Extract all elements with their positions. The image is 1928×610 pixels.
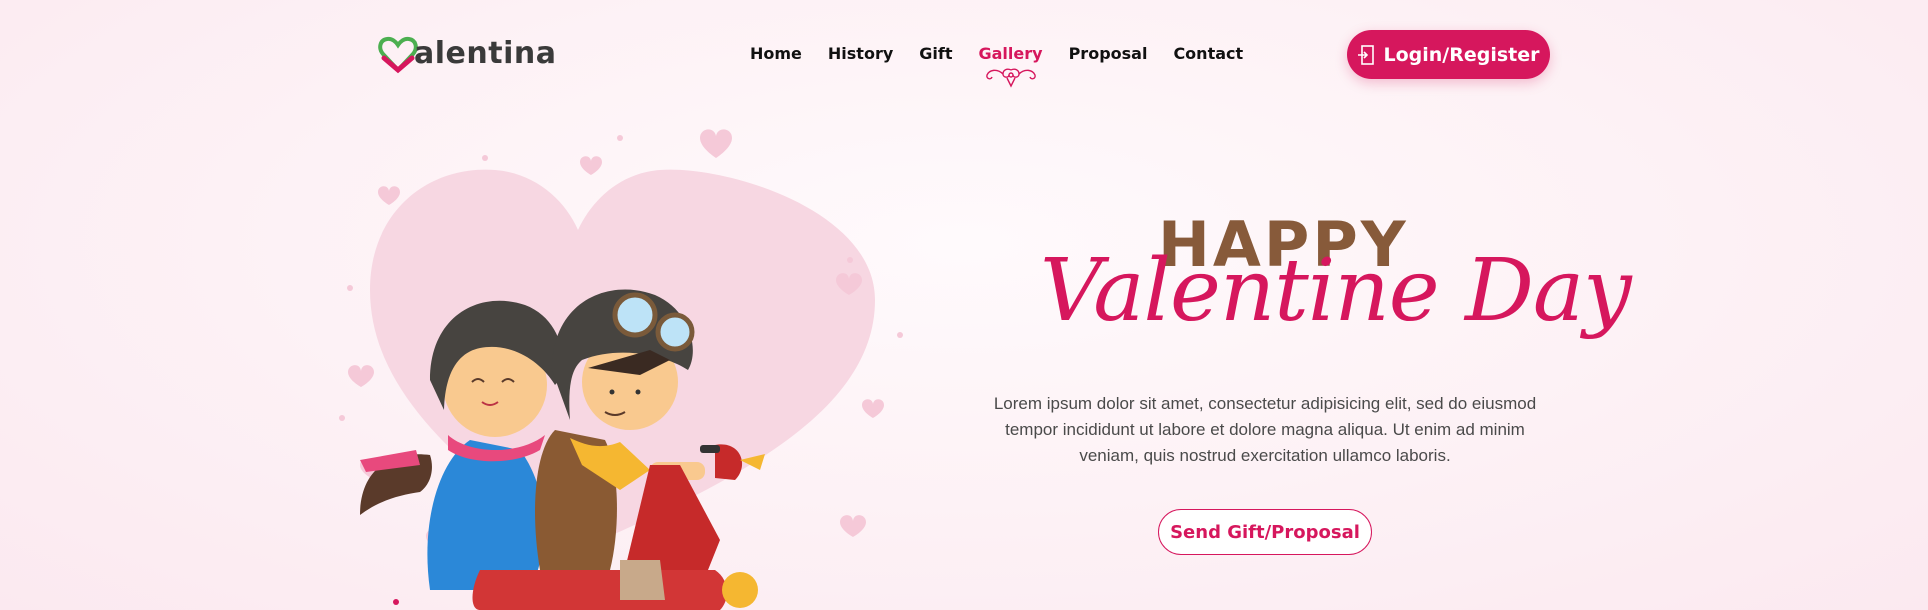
main-nav: Home History Gift Gallery Proposal Conta… [750, 44, 1269, 88]
ornament-icon [985, 68, 1036, 88]
nav-history[interactable]: History [828, 44, 893, 63]
door-enter-icon [1358, 44, 1375, 65]
logo-text: alentina [414, 36, 557, 71]
nav-home[interactable]: Home [750, 44, 802, 63]
nav-proposal[interactable]: Proposal [1069, 44, 1148, 63]
login-register-button[interactable]: Login/Register [1347, 30, 1550, 79]
couple-scooter-illustration [339, 129, 903, 610]
nav-gallery[interactable]: Gallery [978, 44, 1043, 88]
hero-title-script: Valentine Day [1040, 241, 1632, 341]
send-gift-proposal-button[interactable]: Send Gift/Proposal [1158, 509, 1372, 555]
login-register-label: Login/Register [1383, 43, 1540, 66]
nav-contact[interactable]: Contact [1173, 44, 1243, 63]
logo[interactable]: alentina [378, 34, 556, 74]
heart-v-logo-icon [378, 36, 418, 74]
hero-description: Lorem ipsum dolor sit amet, consectetur … [993, 394, 1537, 465]
nav-gift[interactable]: Gift [919, 44, 952, 63]
nav-gallery-label: Gallery [978, 44, 1043, 63]
